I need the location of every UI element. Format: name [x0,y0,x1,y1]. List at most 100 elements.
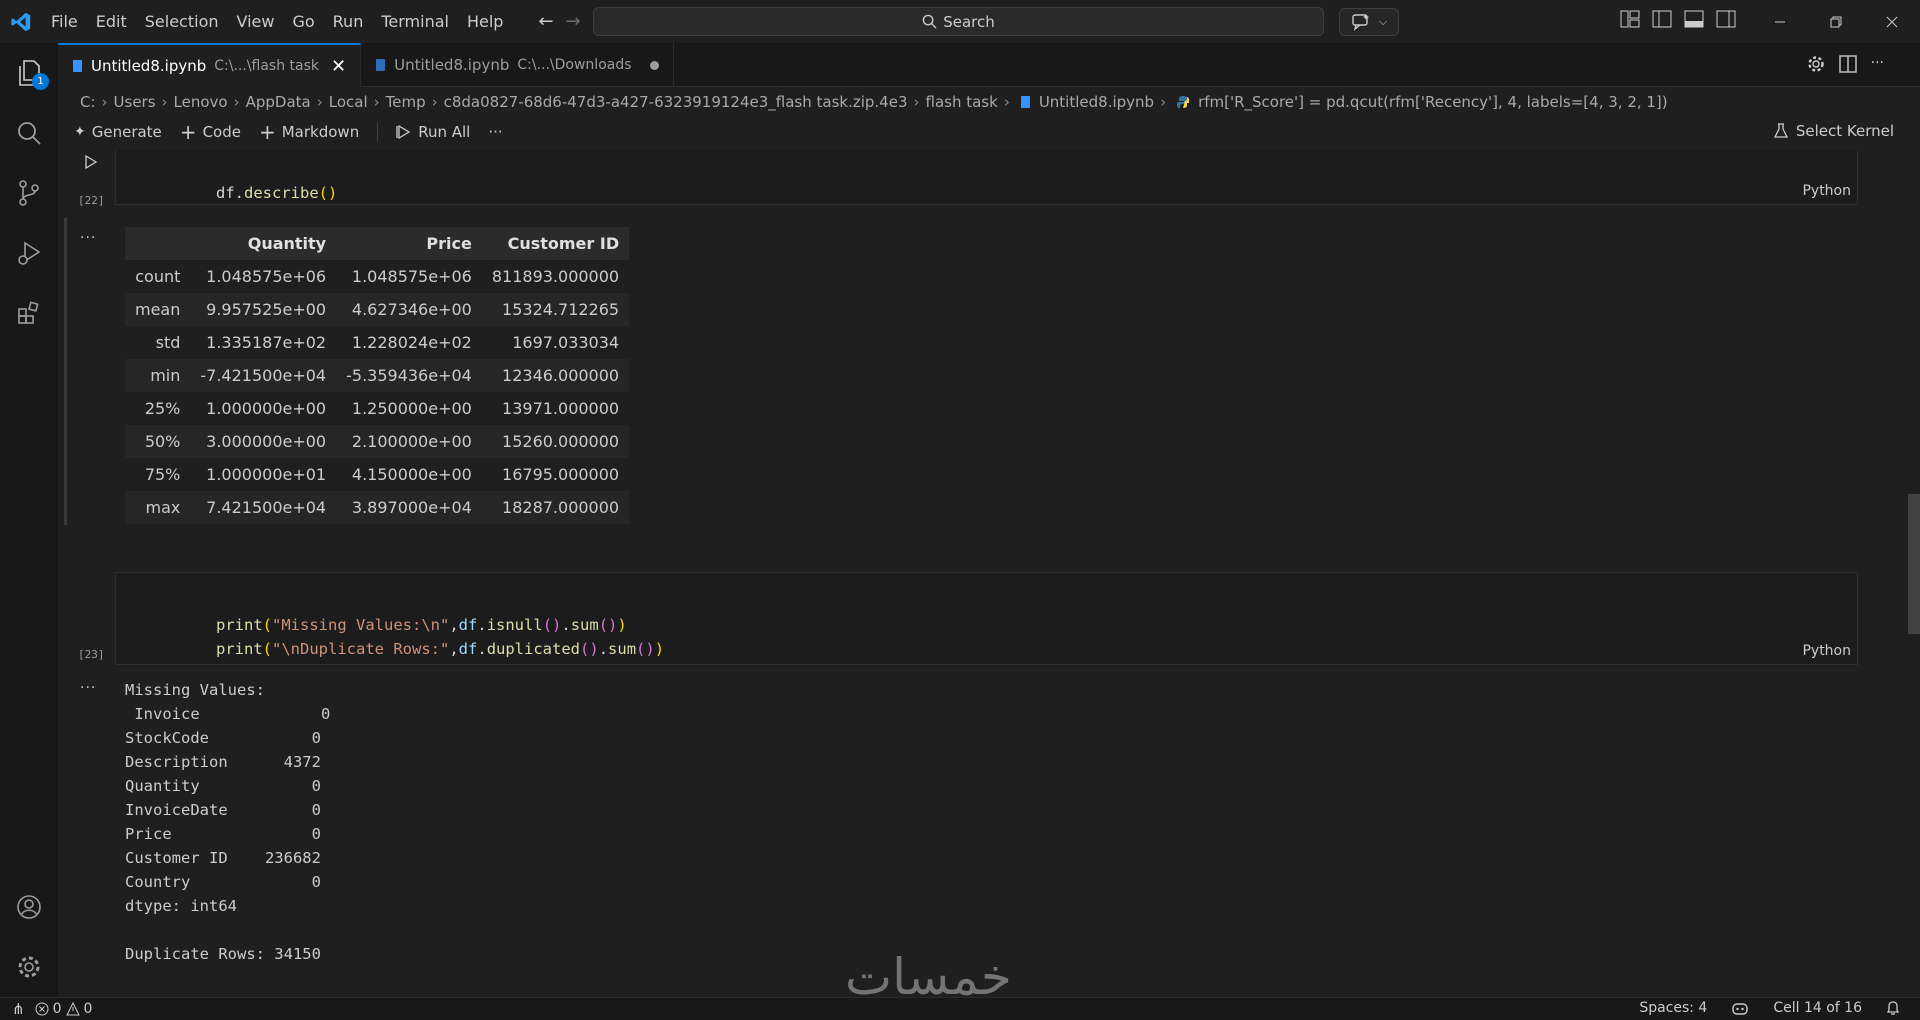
vertical-scrollbar[interactable] [1908,494,1920,634]
select-kernel-button[interactable]: Select Kernel [1773,122,1894,140]
code-line[interactable]: df.describe() [160,157,337,229]
table-index-cell: std [155,333,181,352]
tab-path: C:\...\Downloads [517,57,632,73]
table-cell: 811893.000000 [491,267,620,286]
restore-icon[interactable] [1808,0,1864,43]
chevron-right-icon: › [1003,93,1010,111]
add-markdown-cell-button[interactable]: + Markdown [259,120,359,144]
table-row: max 7.421500e+04 3.897000e+04 18287.000000 [125,491,630,524]
table-header-cell: Quantity [190,227,337,260]
run-debug-icon[interactable] [0,223,58,283]
toggle-primary-sidebar-icon[interactable] [1652,10,1672,28]
tab-untitled8-downloads[interactable]: Untitled8.ipynb C:\...\Downloads [361,43,674,87]
title-bar: File Edit Selection View Go Run Terminal… [0,0,1920,43]
settings-gear-icon[interactable] [1807,55,1825,73]
run-cell-icon[interactable] [84,154,98,173]
back-arrow-icon[interactable]: ← [538,11,553,32]
customize-layout-icon[interactable] [1620,10,1640,28]
minimize-icon[interactable] [1752,0,1808,43]
forward-arrow-icon[interactable]: → [566,11,581,32]
run-all-button[interactable]: Run All [396,123,470,141]
more-actions-icon[interactable]: ··· [1871,55,1884,73]
menu-edit[interactable]: Edit [87,7,136,37]
extensions-icon[interactable] [0,283,58,343]
plus-icon: + [258,120,276,144]
output-more-icon[interactable]: ··· [80,230,96,246]
split-editor-icon[interactable] [1838,55,1857,73]
markdown-label: Markdown [281,123,360,141]
table-cell: 9.957525e+00 [190,293,337,326]
breadcrumb-item[interactable]: flash task [926,93,998,111]
breadcrumb-item[interactable]: Temp [386,93,426,111]
remote-icon[interactable]: ⋔ [12,1000,25,1018]
breadcrumb-item[interactable]: C: [80,93,96,111]
status-right: Spaces: 4 Cell 14 of 16 [1639,1000,1900,1016]
table-cell: 7.421500e+04 [190,491,337,524]
more-toolbar-button[interactable]: ··· [488,123,502,141]
source-control-icon[interactable] [0,163,58,223]
cell-language-label[interactable]: Python [1802,643,1851,659]
close-icon[interactable]: ✕ [331,56,346,77]
toggle-panel-icon[interactable] [1684,10,1704,28]
toggle-secondary-sidebar-icon[interactable] [1716,10,1736,28]
menu-selection[interactable]: Selection [136,7,228,37]
chevron-right-icon: › [233,93,240,111]
breadcrumb-item[interactable]: Users [114,93,156,111]
stdout-output: Missing Values: Invoice 0 StockCode 0 De… [125,681,331,963]
unsaved-dot-icon[interactable] [649,60,659,70]
table-cell: 15260.000000 [481,425,630,458]
copilot-status-icon[interactable] [1731,1000,1749,1016]
copilot-button[interactable]: ⌵ [1339,8,1399,36]
plus-icon: + [179,120,197,144]
breadcrumb-item[interactable]: Lenovo [174,93,228,111]
chevron-right-icon: › [913,93,920,111]
breadcrumb-item[interactable]: AppData [246,93,311,111]
problems-indicator[interactable]: 0 0 [35,1001,92,1017]
notebook-file-icon [1020,96,1030,108]
table-row: count 1.048575e+06 1.048575e+06 811893.0000… [125,260,629,293]
table-cell: 1.048575e+06 [351,267,472,286]
run-all-icon [396,124,411,140]
indentation-status[interactable]: Spaces: 4 [1639,1000,1707,1016]
breadcrumb-item[interactable]: Untitled8.ipynb [1039,93,1154,111]
menu-terminal[interactable]: Terminal [372,7,458,37]
menu-run[interactable]: Run [324,7,373,37]
table-row: 50% 3.000000e+00 2.100000e+00 15260.000000 [125,425,630,458]
output-more-icon[interactable]: ··· [80,680,96,696]
manage-gear-icon[interactable] [0,937,58,997]
execution-count: [23] [78,648,105,661]
table-row: 25% 1.000000e+00 1.250000e+00 13971.000000 [125,392,629,425]
accounts-icon[interactable] [0,877,58,937]
breadcrumb-item[interactable]: c8da0827-68d6-47d3-a427-6323919124e3_fla… [444,93,908,111]
add-code-cell-button[interactable]: + Code [180,120,241,144]
table-cell: 4.150000e+00 [351,465,472,484]
error-count: 0 [52,1001,62,1017]
menu-file[interactable]: File [42,7,87,37]
notifications-bell-icon[interactable] [1886,1000,1900,1016]
close-window-icon[interactable] [1864,0,1920,43]
toolbar-divider [377,123,379,141]
menu-view[interactable]: View [228,7,284,37]
code-cell-23[interactable]: print("Missing Values:\n",df.isnull().su… [115,572,1858,665]
cell-position-status[interactable]: Cell 14 of 16 [1773,1000,1862,1016]
code-cell-22[interactable]: df.describe() Python [115,150,1858,205]
table-index-cell: count [135,267,181,286]
code-line[interactable]: print("\nDuplicate Rows:",df.duplicated(… [160,613,664,685]
table-header-row: Quantity Price Customer ID [125,227,630,260]
command-center-search[interactable]: Search [593,7,1324,36]
menu-go[interactable]: Go [283,7,323,37]
table-row: min -7.421500e+04 -5.359436e+04 12346.00000… [125,359,630,392]
search-icon [922,14,937,29]
tab-path: C:\...\flash task [214,58,320,74]
tab-untitled8-flash-task[interactable]: Untitled8.ipynb C:\...\flash task ✕ [58,43,362,87]
generate-button[interactable]: ✦ Generate [74,123,162,141]
breadcrumb-symbol[interactable]: rfm['R_Score'] = pd.qcut(rfm['Recency'],… [1198,93,1668,111]
code-text: describe() [244,184,338,202]
search-sidebar-icon[interactable] [0,103,58,163]
explorer-icon[interactable]: 1 [0,43,58,103]
breadcrumb-item[interactable]: Local [329,93,368,111]
activity-bar-bottom [0,877,58,997]
cell-language-label[interactable]: Python [1802,183,1851,199]
menu-help[interactable]: Help [458,7,512,37]
vscode-logo-icon [0,0,42,43]
